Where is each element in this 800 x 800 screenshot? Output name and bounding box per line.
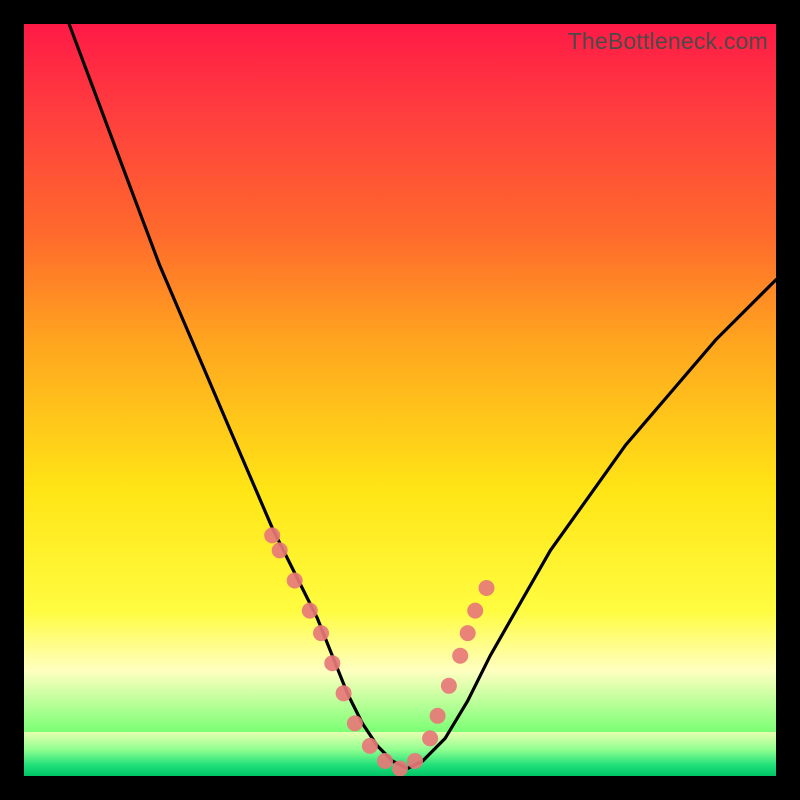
bottleneck-curve <box>69 24 776 769</box>
data-dot <box>272 542 288 558</box>
data-dot <box>441 678 457 694</box>
attribution-text: TheBottleneck.com <box>568 28 768 55</box>
data-dots <box>264 527 494 776</box>
data-dot <box>362 738 378 754</box>
data-dot <box>324 655 340 671</box>
data-dot <box>392 761 408 777</box>
data-dot <box>377 753 393 769</box>
data-dot <box>430 708 446 724</box>
data-dot <box>302 603 318 619</box>
data-dot <box>479 580 495 596</box>
data-dot <box>467 603 483 619</box>
data-dot <box>287 573 303 589</box>
data-dot <box>264 527 280 543</box>
data-dot <box>460 625 476 641</box>
data-dot <box>407 753 423 769</box>
outer-frame: TheBottleneck.com <box>0 0 800 800</box>
data-dot <box>336 685 352 701</box>
data-dot <box>452 648 468 664</box>
data-dot <box>313 625 329 641</box>
plot-area: TheBottleneck.com <box>24 24 776 776</box>
data-dot <box>422 730 438 746</box>
data-dot <box>347 715 363 731</box>
curve-layer <box>24 24 776 776</box>
